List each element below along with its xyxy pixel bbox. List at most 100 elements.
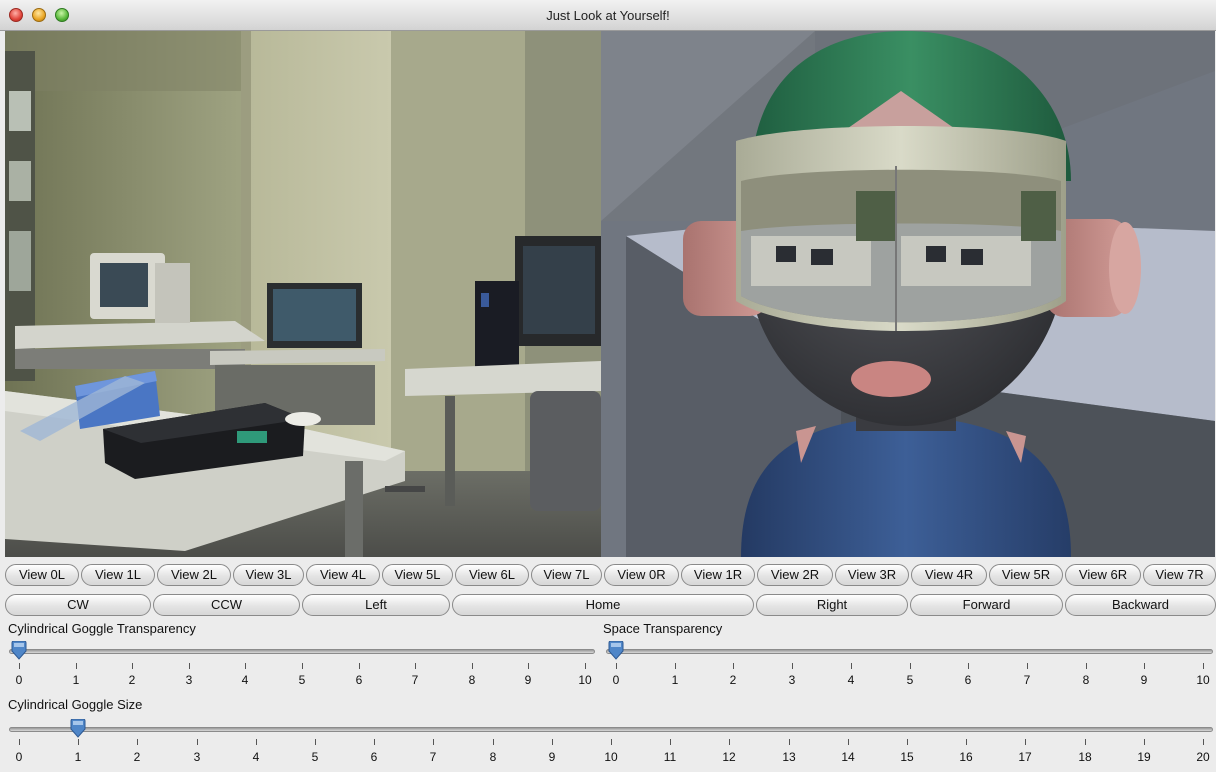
slider-tick xyxy=(19,663,20,669)
view-3r-button[interactable]: View 3R xyxy=(835,564,909,586)
view-2l-button[interactable]: View 2L xyxy=(157,564,231,586)
slider-tick xyxy=(359,663,360,669)
slider-tick xyxy=(968,663,969,669)
slider-tick xyxy=(76,663,77,669)
slider-tick xyxy=(132,663,133,669)
slider-tick-label: 1 xyxy=(660,673,690,687)
home-button[interactable]: Home xyxy=(452,594,754,616)
view-1r-button[interactable]: View 1R xyxy=(681,564,755,586)
slider-tick xyxy=(729,739,730,745)
space-transparency-thumb[interactable] xyxy=(607,641,625,661)
slider-tick-label: 0 xyxy=(4,673,34,687)
view-3l-button[interactable]: View 3L xyxy=(233,564,304,586)
backward-button[interactable]: Backward xyxy=(1065,594,1216,616)
view-0r-button[interactable]: View 0R xyxy=(604,564,679,586)
slider-tick xyxy=(197,739,198,745)
rotate-cw-button[interactable]: CW xyxy=(5,594,151,616)
slider-tick-label: 8 xyxy=(478,750,508,764)
slider-tick-label: 1 xyxy=(61,673,91,687)
slider-tick-label: 9 xyxy=(513,673,543,687)
slider-tick-label: 1 xyxy=(63,750,93,764)
view-6l-button[interactable]: View 6L xyxy=(455,564,529,586)
slider-tick-label: 3 xyxy=(182,750,212,764)
slider-tick-label: 0 xyxy=(4,750,34,764)
slider-tick-label: 20 xyxy=(1188,750,1216,764)
slider-tick xyxy=(1085,739,1086,745)
rotate-ccw-button[interactable]: CCW xyxy=(153,594,300,616)
slider-tick-label: 9 xyxy=(537,750,567,764)
slider-tick xyxy=(415,663,416,669)
space-transparency-label: Space Transparency xyxy=(603,621,722,636)
slider-tick xyxy=(1203,663,1204,669)
view-7r-button[interactable]: View 7R xyxy=(1143,564,1216,586)
goggle-transparency-track[interactable] xyxy=(9,649,595,654)
forward-button[interactable]: Forward xyxy=(910,594,1063,616)
space-transparency-track[interactable] xyxy=(606,649,1213,654)
slider-tick-label: 5 xyxy=(287,673,317,687)
slider-tick-label: 14 xyxy=(833,750,863,764)
goggle-size-track[interactable] xyxy=(9,727,1213,732)
slider-tick-label: 7 xyxy=(1012,673,1042,687)
slider-tick xyxy=(789,739,790,745)
slider-tick xyxy=(966,739,967,745)
slider-tick xyxy=(675,663,676,669)
slider-tick xyxy=(1086,663,1087,669)
slider-tick-label: 5 xyxy=(300,750,330,764)
view-5r-button[interactable]: View 5R xyxy=(989,564,1063,586)
slider-tick-label: 7 xyxy=(418,750,448,764)
slider-tick-label: 2 xyxy=(122,750,152,764)
slider-tick-label: 5 xyxy=(895,673,925,687)
slider-tick xyxy=(302,663,303,669)
view-0l-button[interactable]: View 0L xyxy=(5,564,79,586)
title-bar: Just Look at Yourself! xyxy=(0,0,1216,31)
slider-tick-label: 10 xyxy=(1188,673,1216,687)
slider-tick xyxy=(910,663,911,669)
slider-tick xyxy=(851,663,852,669)
slider-tick xyxy=(528,663,529,669)
slider-tick xyxy=(585,663,586,669)
slider-tick-label: 6 xyxy=(359,750,389,764)
slider-tick-label: 4 xyxy=(836,673,866,687)
slider-tick-label: 11 xyxy=(655,750,685,764)
slider-tick xyxy=(1144,739,1145,745)
view-4l-button[interactable]: View 4L xyxy=(306,564,380,586)
slider-tick xyxy=(256,739,257,745)
slider-tick xyxy=(616,663,617,669)
slider-tick xyxy=(472,663,473,669)
slider-tick-label: 2 xyxy=(117,673,147,687)
view-buttons-row: View 0L View 1L View 2L View 3L View 4L … xyxy=(5,564,1216,586)
goggle-transparency-thumb[interactable] xyxy=(10,641,28,661)
slider-tick-label: 2 xyxy=(718,673,748,687)
slider-tick-label: 4 xyxy=(241,750,271,764)
view-1l-button[interactable]: View 1L xyxy=(81,564,155,586)
slider-tick-label: 4 xyxy=(230,673,260,687)
slider-tick xyxy=(1144,663,1145,669)
right-button[interactable]: Right xyxy=(756,594,908,616)
slider-tick xyxy=(733,663,734,669)
view-2r-button[interactable]: View 2R xyxy=(757,564,833,586)
slider-tick xyxy=(19,739,20,745)
slider-tick xyxy=(137,739,138,745)
camera-view xyxy=(5,31,601,557)
view-7l-button[interactable]: View 7L xyxy=(531,564,602,586)
goggle-size-thumb[interactable] xyxy=(69,719,87,739)
view-6r-button[interactable]: View 6R xyxy=(1065,564,1141,586)
slider-tick xyxy=(78,739,79,745)
slider-tick-label: 15 xyxy=(892,750,922,764)
view-5l-button[interactable]: View 5L xyxy=(382,564,453,586)
slider-tick-label: 10 xyxy=(570,673,600,687)
view-4r-button[interactable]: View 4R xyxy=(911,564,987,586)
window-title: Just Look at Yourself! xyxy=(0,8,1216,23)
slider-tick-label: 6 xyxy=(953,673,983,687)
avatar-3d-view xyxy=(601,31,1215,557)
slider-tick xyxy=(1027,663,1028,669)
slider-tick-label: 0 xyxy=(601,673,631,687)
slider-tick xyxy=(374,739,375,745)
slider-tick xyxy=(907,739,908,745)
slider-tick xyxy=(245,663,246,669)
slider-tick xyxy=(611,739,612,745)
left-button[interactable]: Left xyxy=(302,594,450,616)
slider-tick-label: 3 xyxy=(777,673,807,687)
slider-tick xyxy=(792,663,793,669)
slider-tick-label: 7 xyxy=(400,673,430,687)
